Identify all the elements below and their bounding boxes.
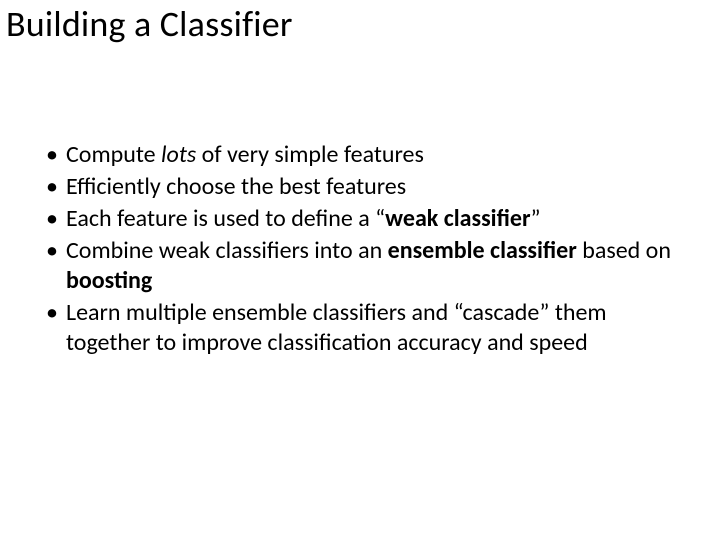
text-run: lots <box>161 140 196 169</box>
text-run: based on <box>577 236 671 265</box>
bullet-item: Combine weak classifiers into an ensembl… <box>44 236 680 296</box>
bullet-item: Each feature is used to define a “weak c… <box>44 204 680 234</box>
bullet-item: Compute lots of very simple features <box>44 140 680 170</box>
text-run: boosting <box>66 266 152 295</box>
text-run: Compute <box>66 140 161 169</box>
slide-title: Building a Classifier <box>6 2 293 46</box>
text-run: ” <box>530 204 540 233</box>
bullet-list: Compute lots of very simple featuresEffi… <box>44 140 680 358</box>
text-run: weak classifier <box>385 204 530 233</box>
slide-body: Compute lots of very simple featuresEffi… <box>44 140 680 360</box>
text-run: Learn multiple ensemble classifiers and … <box>66 298 607 357</box>
text-run: of very simple features <box>196 140 424 169</box>
text-run: Each feature is used to define a “ <box>66 204 385 233</box>
slide: Building a Classifier Compute lots of ve… <box>0 0 720 540</box>
text-run: ensemble classifier <box>388 236 577 265</box>
bullet-item: Efficiently choose the best features <box>44 172 680 202</box>
text-run: Efficiently choose the best features <box>66 172 406 201</box>
text-run: Combine weak classifiers into an <box>66 236 388 265</box>
bullet-item: Learn multiple ensemble classifiers and … <box>44 298 680 358</box>
